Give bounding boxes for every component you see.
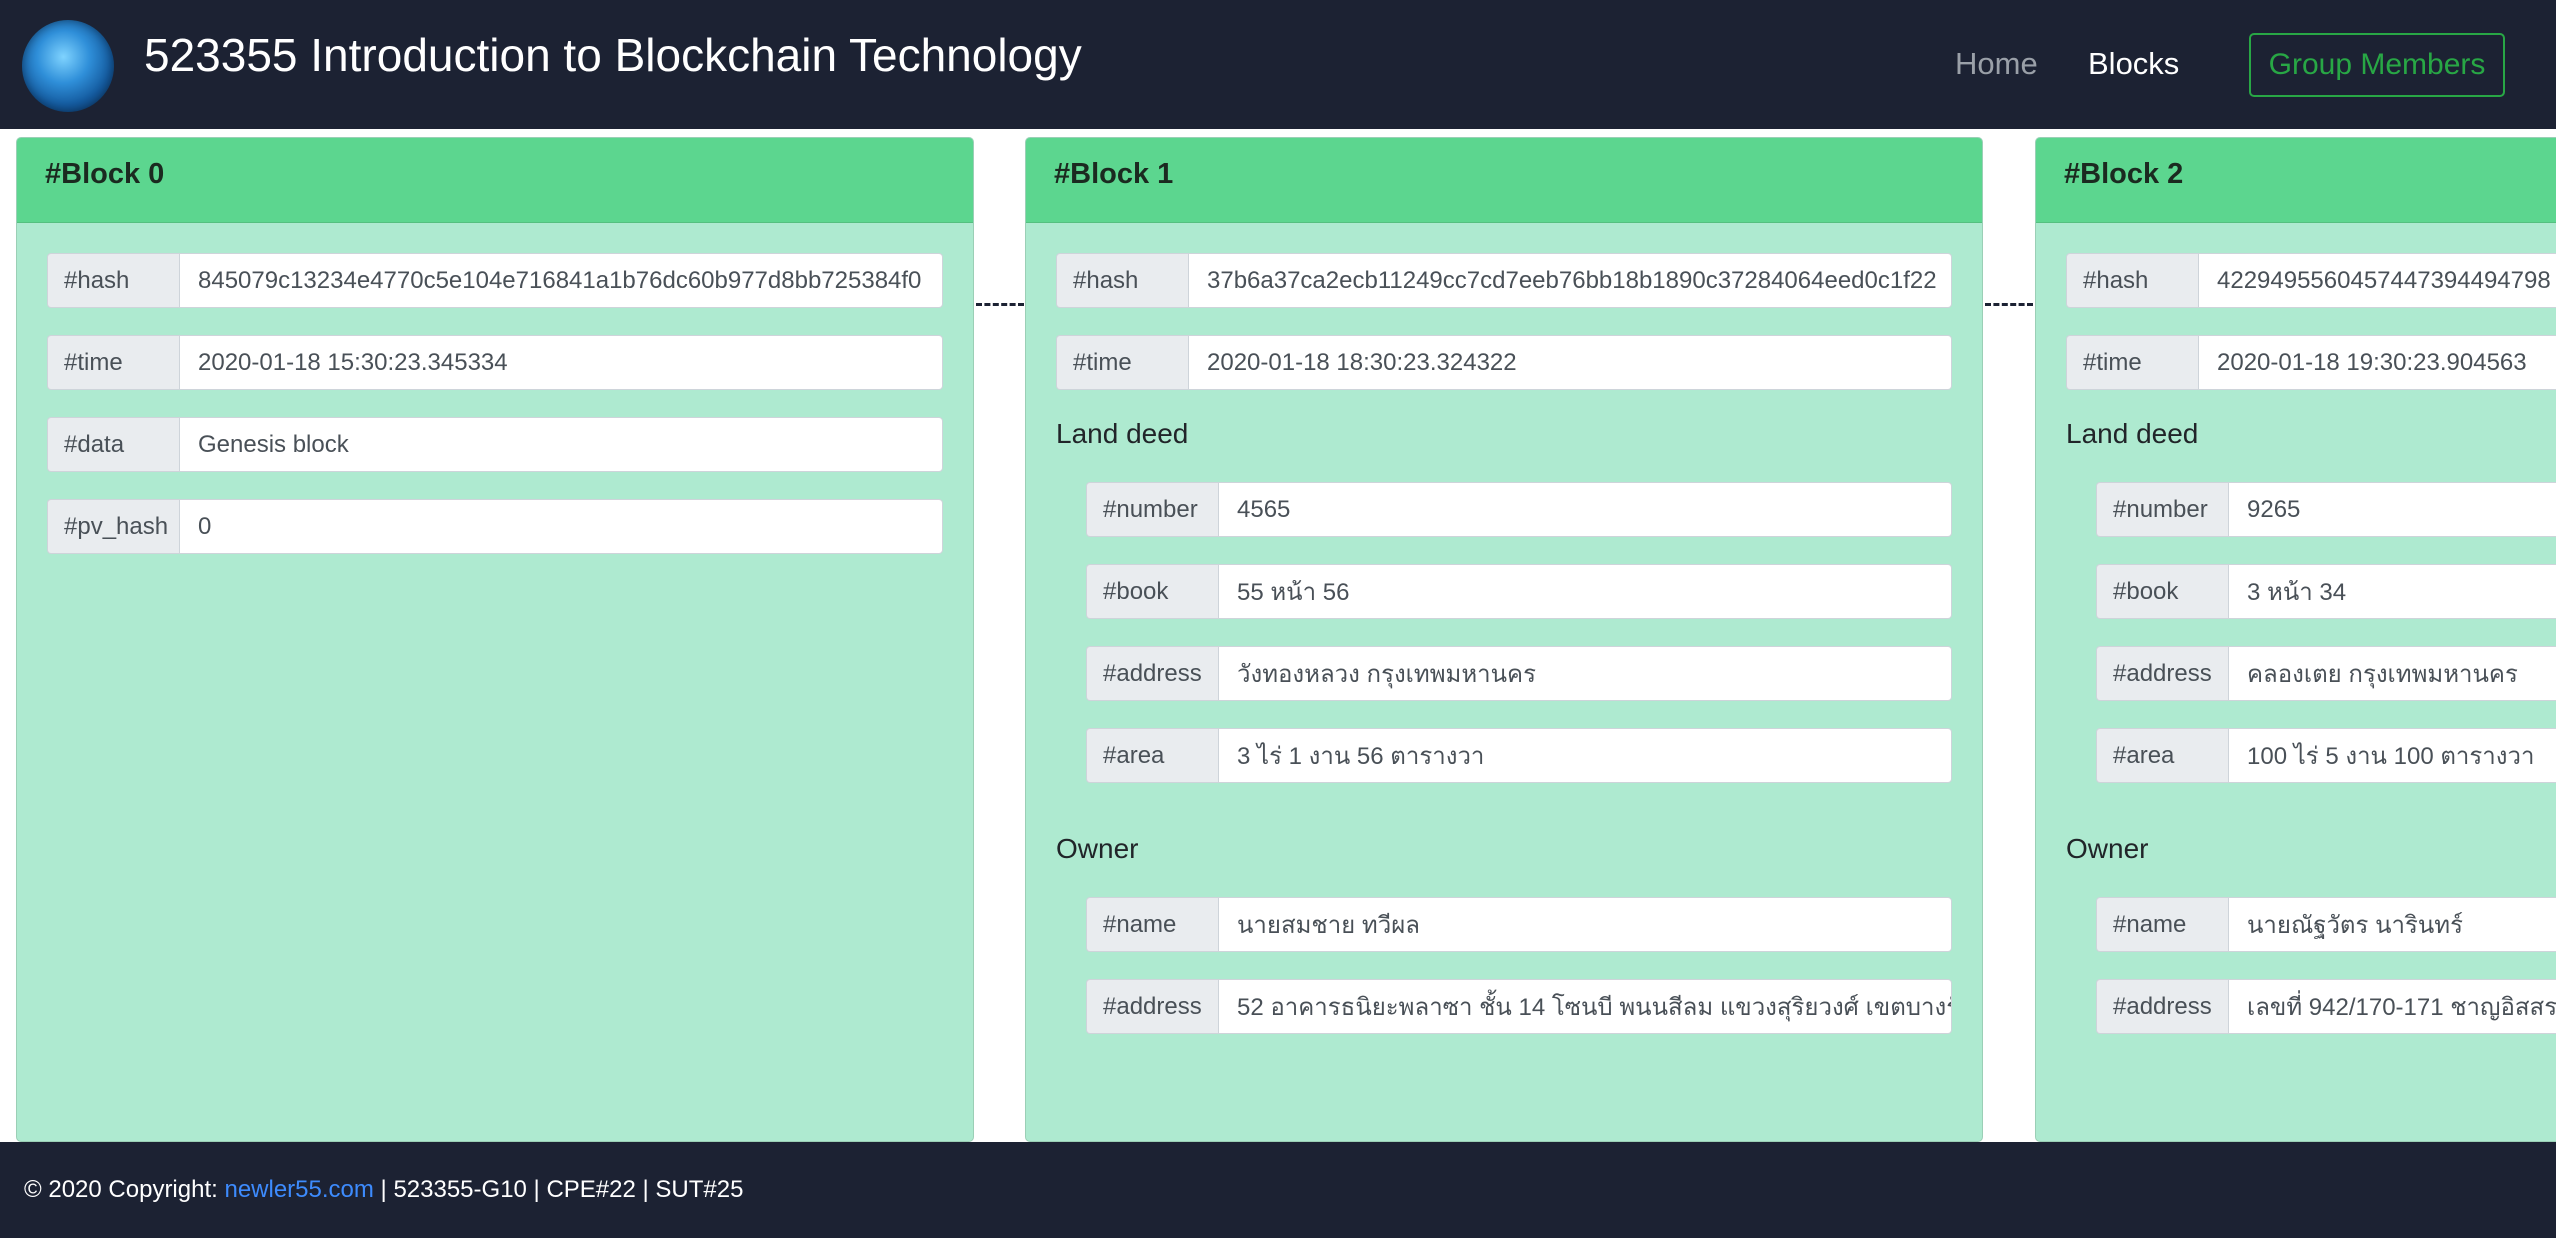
field-label: #time [2066, 335, 2198, 390]
land-deed-heading: Land deed [2066, 418, 2199, 449]
name-field: #name นายสมชาย ทวีผล [1086, 897, 1952, 952]
hash-input[interactable]: 37b6a37ca2ecb11249cc7cd7eeb76bb18b1890c3… [1188, 253, 1952, 308]
nav-link-blocks[interactable]: Blocks [2088, 46, 2179, 82]
name-input[interactable]: นายสมชาย ทวีผล [1218, 897, 1952, 952]
address-field: #address วังทองหลวง กรุงเทพมหานคร [1086, 646, 1952, 701]
pv-hash-input[interactable]: 0 [179, 499, 943, 554]
field-label: #name [1086, 897, 1218, 952]
field-label: #address [2096, 979, 2228, 1034]
field-label: #name [2096, 897, 2228, 952]
field-label: #time [1056, 335, 1188, 390]
owner-heading: Owner [2066, 833, 2149, 864]
field-label: #hash [2066, 253, 2198, 308]
block-card-1: #Block 1 #hash 37b6a37ca2ecb11249cc7cd7e… [1025, 137, 1983, 1142]
hash-field: #hash 37b6a37ca2ecb11249cc7cd7eeb76bb18b… [1056, 253, 1952, 308]
area-field: #area 3 ไร่ 1 งาน 56 ตารางวา [1086, 728, 1952, 783]
footer-info: | 523355-G10 | CPE#22 | SUT#25 [373, 1176, 744, 1203]
footer-copyright: © 2020 Copyright: [24, 1176, 225, 1203]
field-label: #book [1086, 564, 1218, 619]
time-field: #time 2020-01-18 15:30:23.345334 [47, 335, 943, 390]
field-label: #data [47, 417, 179, 472]
nav-link-home[interactable]: Home [1955, 46, 2038, 82]
name-field: #name นายณัฐวัตร นารินทร์ [2096, 897, 2556, 952]
brand-title[interactable]: 523355 Introduction to Blockchain Techno… [144, 28, 1082, 82]
field-label: #area [2096, 728, 2228, 783]
area-input[interactable]: 100 ไร่ 5 งาน 100 ตารางวา [2228, 728, 2556, 783]
field-label: #address [2096, 646, 2228, 701]
navbar: 523355 Introduction to Blockchain Techno… [0, 0, 2556, 129]
time-input[interactable]: 2020-01-18 15:30:23.345334 [179, 335, 943, 390]
name-input[interactable]: นายณัฐวัตร นารินทร์ [2228, 897, 2556, 952]
number-input[interactable]: 4565 [1218, 482, 1952, 537]
address-input[interactable]: คลองเตย กรุงเทพมหานคร [2228, 646, 2556, 701]
number-input[interactable]: 9265 [2228, 482, 2556, 537]
field-label: #time [47, 335, 179, 390]
hash-field: #hash 845079c13234e4770c5e104e716841a1b7… [47, 253, 943, 308]
owner-heading: Owner [1056, 833, 1139, 864]
land-deed-heading: Land deed [1056, 418, 1189, 449]
hash-input[interactable]: 4229495560457447394494798 [2198, 253, 2556, 308]
number-field: #number 4565 [1086, 482, 1952, 537]
block-connector [976, 303, 1024, 306]
book-input[interactable]: 3 หน้า 34 [2228, 564, 2556, 619]
block-title: #Block 1 [1026, 138, 1982, 223]
owner-address-field: #address เลขที่ 942/170-171 ชาญอิสสระ [2096, 979, 2556, 1034]
site-logo[interactable] [22, 20, 114, 112]
field-label: #book [2096, 564, 2228, 619]
number-field: #number 9265 [2096, 482, 2556, 537]
time-field: #time 2020-01-18 18:30:23.324322 [1056, 335, 1952, 390]
field-label: #address [1086, 979, 1218, 1034]
data-field: #data Genesis block [47, 417, 943, 472]
address-input[interactable]: วังทองหลวง กรุงเทพมหานคร [1218, 646, 1952, 701]
block-card-0: #Block 0 #hash 845079c13234e4770c5e104e7… [16, 137, 974, 1142]
hash-field: #hash 4229495560457447394494798 [2066, 253, 2556, 308]
owner-address-input[interactable]: เลขที่ 942/170-171 ชาญอิสสระ [2228, 979, 2556, 1034]
book-field: #book 3 หน้า 34 [2096, 564, 2556, 619]
time-input[interactable]: 2020-01-18 18:30:23.324322 [1188, 335, 1952, 390]
data-input[interactable]: Genesis block [179, 417, 943, 472]
footer: © 2020 Copyright: newler55.com | 523355-… [0, 1142, 2556, 1238]
footer-site-link[interactable]: newler55.com [224, 1176, 373, 1203]
owner-address-input[interactable]: 52 อาคารธนิยะพลาซา ชั้น 14 โซนบี พนนสีลม… [1218, 979, 1952, 1034]
address-field: #address คลองเตย กรุงเทพมหานคร [2096, 646, 2556, 701]
block-card-2: #Block 2 #hash 4229495560457447394494798… [2035, 137, 2556, 1142]
area-field: #area 100 ไร่ 5 งาน 100 ตารางวา [2096, 728, 2556, 783]
field-label: #address [1086, 646, 1218, 701]
field-label: #area [1086, 728, 1218, 783]
field-label: #pv_hash [47, 499, 179, 554]
time-field: #time 2020-01-18 19:30:23.904563 [2066, 335, 2556, 390]
block-connector [1985, 303, 2033, 306]
block-title: #Block 2 [2036, 138, 2556, 223]
time-input[interactable]: 2020-01-18 19:30:23.904563 [2198, 335, 2556, 390]
hash-input[interactable]: 845079c13234e4770c5e104e716841a1b76dc60b… [179, 253, 943, 308]
group-members-button[interactable]: Group Members [2249, 33, 2505, 97]
field-label: #number [2096, 482, 2228, 537]
pv-hash-field: #pv_hash 0 [47, 499, 943, 554]
area-input[interactable]: 3 ไร่ 1 งาน 56 ตารางวา [1218, 728, 1952, 783]
field-label: #hash [47, 253, 179, 308]
owner-address-field: #address 52 อาคารธนิยะพลาซา ชั้น 14 โซนบ… [1086, 979, 1952, 1034]
book-field: #book 55 หน้า 56 [1086, 564, 1952, 619]
book-input[interactable]: 55 หน้า 56 [1218, 564, 1952, 619]
field-label: #hash [1056, 253, 1188, 308]
field-label: #number [1086, 482, 1218, 537]
block-title: #Block 0 [17, 138, 973, 223]
